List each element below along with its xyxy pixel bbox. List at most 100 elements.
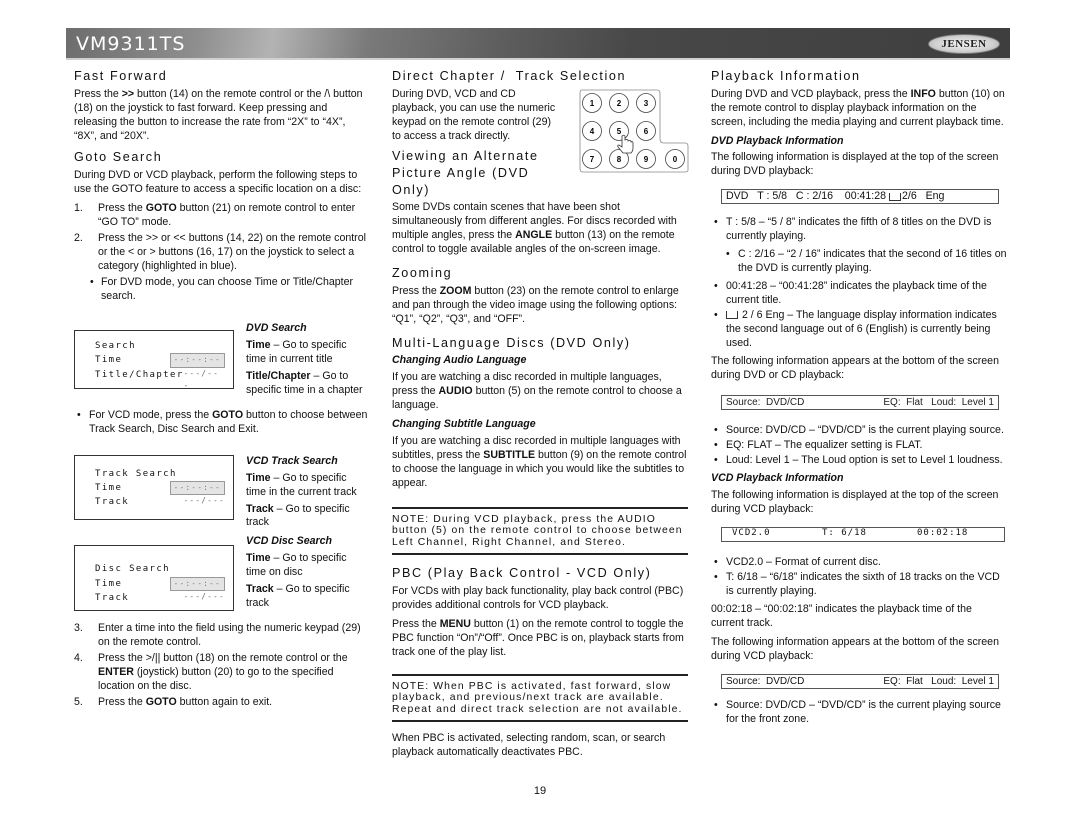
svg-text:3: 3 (644, 99, 649, 108)
pbc-text-2: Press the MENU button (1) on the remote … (392, 617, 684, 658)
fast-forward-text: Press the >> button (14) on the remote c… (74, 87, 363, 142)
source-bullets: Source: DVD/CD – “DVD/CD” is the current… (711, 424, 1007, 468)
pbc-deactivate-text: When PBC is activated, selecting random,… (392, 732, 666, 759)
note-vcd-audio: NOTE: During VCD playback, press the AUD… (392, 507, 688, 556)
column-middle: Direct Chapter / Track Selection During … (392, 68, 689, 765)
keypad-key-0: 0 (665, 149, 685, 169)
pbc-heading: PBC (Play Back Control - VCD Only) (392, 566, 652, 581)
bullet-format: VCD2.0 – Format of current disc. (711, 556, 1007, 570)
osd-title: Search (95, 340, 136, 351)
step-4: 4. Press the >/|| button (18) on the remo… (74, 652, 348, 693)
bullet-title: T : 5/8 – “5 / 8” indicates the fifth of… (711, 216, 1007, 244)
dvd-info-sub-bullets: C : 2/16 – “2 / 16” indicates that the s… (711, 248, 1007, 276)
vcd-time-text: 00:02:18 – “00:02:18” indicates the play… (711, 602, 972, 629)
pbc-text-1: For VCDs with play back functionality, p… (392, 584, 684, 611)
svg-text:0: 0 (673, 155, 678, 164)
svg-text:7: 7 (590, 155, 595, 164)
goto-steps-b: 3. Enter a time into the field using the … (74, 622, 369, 710)
audio-language-subheading: Changing Audio Language (392, 354, 527, 367)
vcd-info-bullets: VCD2.0 – Format of current disc. T: 6/18… (711, 556, 1007, 599)
subtitle-icon (726, 311, 738, 320)
bullet-time: 00:41:28 – “00:41:28” indicates the play… (711, 280, 1007, 308)
dvd-bottom-text: The following information appears at the… (711, 355, 999, 382)
time-field: --:--:-- (169, 353, 225, 368)
dvd-source-bar: Source: DVD/CD EQ: Flat Loud: Level 1 (721, 395, 999, 411)
keypad-key-4: 4 (582, 121, 602, 141)
subtitle-icon (889, 192, 901, 201)
svg-text:4: 4 (590, 127, 595, 136)
bullet-language: 2 / 6 Eng – The language display informa… (711, 309, 1007, 351)
model-title: VM9311TS (76, 33, 186, 55)
track-search-description: VCD Track Search Time – Go to specific t… (246, 454, 357, 529)
time-field: --:--:-- (169, 576, 225, 592)
keypad-key-1: 1 (582, 93, 602, 113)
dvd-info-bullets-2: 00:41:28 – “00:41:28” indicates the play… (711, 280, 1007, 351)
vcd-info-bar: VCD2.0 T: 6/18 00:02:18 (721, 526, 1005, 542)
track-field: ---/--- (183, 592, 225, 602)
svg-text:8: 8 (617, 155, 622, 164)
brand-logo-text: JENSEN (941, 37, 987, 50)
dvd-info-bar: DVD T : 5/8 C : 2/16 00:41:28 2/6 Eng (721, 189, 999, 205)
track-field: ---/--- (183, 496, 225, 506)
note-pbc: NOTE: When PBC is activated, fast forwar… (392, 673, 688, 723)
multi-language-heading: Multi-Language Discs (DVD Only) (392, 335, 631, 350)
vcd-track-search-figure: Track Search Time --:--:-- Track ---/--- V… (74, 454, 369, 534)
svg-text:6: 6 (644, 127, 649, 136)
direct-selection-text: During DVD, VCD and CD playback, you can… (392, 87, 556, 142)
playback-info-intro: During DVD and VCD playback, press the I… (711, 87, 1005, 128)
vcd-mode-bullet: For VCD mode, press the GOTO button to c… (74, 409, 369, 437)
column-left: Fast Forward Press the >> button (14) on… (74, 68, 369, 712)
vcd-top-text: The following information is displayed a… (711, 488, 999, 515)
keypad-key-9: 9 (636, 149, 656, 169)
dvd-top-text: The following information is displayed a… (711, 151, 999, 178)
page-number: 19 (533, 785, 547, 797)
step-3: 3. Enter a time into the field using the … (74, 622, 361, 649)
alternate-angle-heading: Viewing an Alternate Picture Angle (DVD … (392, 149, 539, 197)
playback-info-heading: Playback Information (711, 69, 861, 83)
zooming-text: Press the ZOOM button (23) on the remote… (392, 284, 679, 325)
dvd-search-osd: Search Time --:--:-- Title/Chapter ---/--- (74, 329, 234, 390)
keypad-key-6: 6 (636, 121, 656, 141)
subtitle-language-subheading: Changing Subtitle Language (392, 418, 536, 431)
vcd-disc-search-figure: Disc Search Time --:--:-- Track ---/--- VC… (74, 535, 369, 614)
direct-selection-heading: Direct Chapter / Track Selection (392, 69, 627, 83)
keypad-key-3: 3 (636, 93, 656, 113)
dvd-playback-subheading: DVD Playback Information (711, 134, 844, 147)
vcd-source-bar: Source: DVD/CD EQ: Flat Loud: Level 1 (721, 673, 999, 689)
goto-steps-a: 1. Press the GOTO button (21) on remote c… (74, 202, 369, 274)
step-1: 1. Press the GOTO button (21) on remote c… (74, 202, 356, 228)
jensen-logo: JENSEN (928, 34, 1000, 54)
svg-text:5: 5 (617, 127, 622, 136)
keypad-key-2: 2 (609, 93, 629, 113)
keypad-key-7: 7 (582, 149, 602, 169)
disc-search-description: VCD Disc Search Time – Go to specific ti… (246, 535, 350, 610)
bullet-source: Source: DVD/CD – “DVD/CD” is the current… (711, 424, 1007, 438)
column-right: Playback Information During DVD and VCD … (711, 68, 1007, 731)
bullet-track: T: 6/18 – “6/18” indicates the sixth of … (711, 571, 1007, 599)
step-2: 2. Press the >> or << buttons (14, 22) on… (74, 231, 366, 272)
dvd-search-description: DVD Search Time – Go to specific time in… (246, 321, 363, 396)
subtitle-language-text: If you are watching a disc recorded in m… (392, 435, 687, 490)
vcd-playback-subheading: VCD Playback Information (711, 471, 844, 484)
goto-search-intro: During DVD or VCD playback, perform the … (74, 169, 362, 196)
goto-search-heading: Goto Search (74, 150, 163, 165)
bullet-vcd-source: Source: DVD/CD – “DVD/CD” is the current… (711, 699, 1007, 727)
numeric-keypad-illustration: 1 2 3 4 5 6 7 8 9 0 (579, 89, 689, 173)
bullet-eq: EQ: FLAT – The equalizer setting is FLAT… (711, 439, 1007, 453)
alternate-angle-text: Some DVDs contain scenes that have been … (392, 201, 677, 256)
svg-text:2: 2 (617, 99, 622, 108)
vcd-source-bullets: Source: DVD/CD – “DVD/CD” is the current… (711, 699, 1007, 727)
vcd-mode-bullet-list: For VCD mode, press the GOTO button to c… (74, 409, 369, 437)
fast-forward-heading: Fast Forward (74, 69, 168, 83)
bullet-chapter: C : 2/16 – “2 / 16” indicates that the s… (711, 248, 1007, 276)
time-field: --:--:-- (169, 480, 225, 496)
dvd-search-figure: Search Time --:--:-- Title/Chapter ---/---… (74, 322, 369, 401)
title-chapter-field: ---/--- (183, 368, 220, 390)
dvd-mode-bullet: For DVD mode, you can choose Time or Tit… (74, 276, 369, 304)
keypad-key-5: 5 (609, 121, 629, 141)
bullet-loud: Loud: Level 1 – The Loud option is set t… (711, 454, 1007, 468)
zooming-heading: Zooming (392, 266, 453, 281)
svg-text:9: 9 (644, 155, 649, 164)
track-search-osd: Track Search Time --:--:-- Track ---/--- (74, 454, 234, 520)
audio-language-text: If you are watching a disc recorded in m… (392, 371, 682, 412)
